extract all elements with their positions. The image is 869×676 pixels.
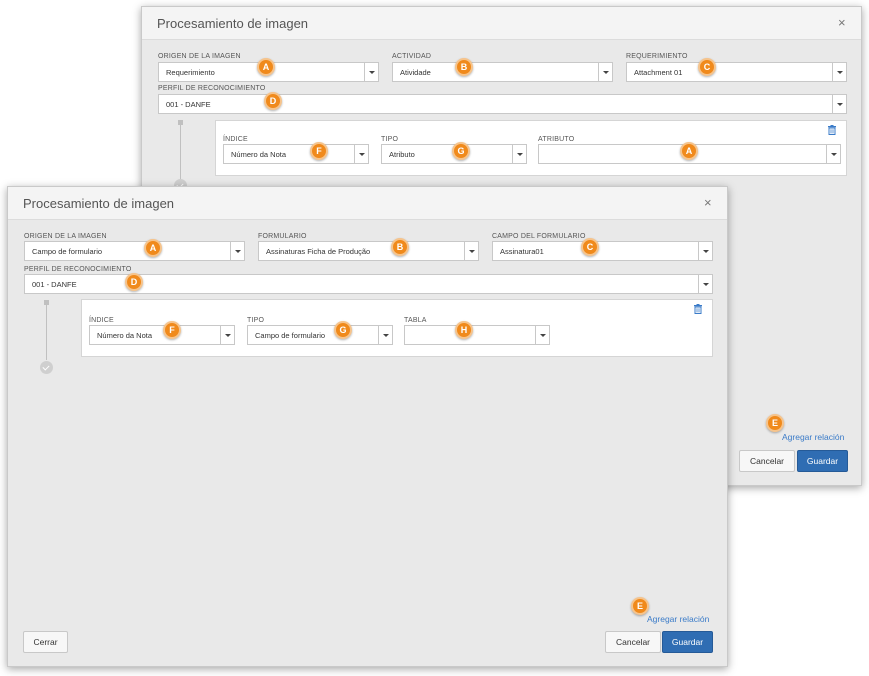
back-index-value: Número da Nota	[231, 150, 287, 159]
back-activity-value: Atividade	[400, 68, 431, 77]
chevron-down-icon	[230, 242, 244, 260]
front-index-value: Número da Nota	[97, 331, 153, 340]
back-type-label: TIPO	[381, 136, 399, 143]
chevron-down-icon	[220, 326, 234, 344]
back-badge-d: D	[264, 92, 282, 110]
back-profile-label: PERFIL DE RECONOCIMIENTO	[158, 85, 266, 92]
front-cancel-button[interactable]: Cancelar	[605, 631, 661, 653]
chevron-down-icon	[698, 242, 712, 260]
back-add-relation-link[interactable]: Agregar relación	[782, 432, 844, 442]
front-form-select[interactable]: Assinaturas Ficha de Produção	[258, 241, 479, 261]
front-mapping-card: ÍNDICE Número da Nota F TIPO Campo de fo…	[81, 299, 713, 357]
front-badge-h: H	[455, 321, 473, 339]
front-origin-label: ORIGEN DE LA IMAGEN	[24, 233, 107, 240]
back-dialog-title: Procesamiento de imagen	[157, 16, 309, 31]
back-timeline-line	[180, 125, 181, 180]
back-badge-g: G	[452, 142, 470, 160]
front-badge-f: F	[163, 321, 181, 339]
back-badge-c: C	[698, 58, 716, 76]
chevron-down-icon	[832, 95, 846, 113]
chevron-down-icon	[512, 145, 526, 163]
back-origin-label: ORIGEN DE LA IMAGEN	[158, 53, 241, 60]
back-index-select[interactable]: Número da Nota	[223, 144, 369, 164]
back-profile-value: 001 - DANFE	[166, 100, 211, 109]
front-origin-value: Campo de formulario	[32, 247, 103, 256]
front-form-value: Assinaturas Ficha de Produção	[266, 247, 371, 256]
front-timeline-check-icon	[40, 361, 53, 374]
chevron-down-icon	[354, 145, 368, 163]
front-index-label: ÍNDICE	[89, 317, 114, 324]
front-badge-a: A	[144, 239, 162, 257]
front-form-field-label: CAMPO DEL FORMULARIO	[492, 233, 586, 240]
front-add-relation-link[interactable]: Agregar relación	[647, 614, 709, 624]
back-badge-a2: A	[680, 142, 698, 160]
back-mapping-card: ÍNDICE Número da Nota F TIPO Atributo G …	[215, 120, 847, 176]
front-form-field-select[interactable]: Assinatura01	[492, 241, 713, 261]
front-close-button[interactable]: Cerrar	[23, 631, 68, 653]
front-type-value: Campo de formulario	[255, 331, 326, 340]
back-requirement-value: Attachment 01	[634, 68, 683, 77]
front-badge-e: E	[631, 597, 649, 615]
chevron-down-icon	[698, 275, 712, 293]
chevron-down-icon	[464, 242, 478, 260]
back-origin-value: Requerimiento	[166, 68, 215, 77]
front-save-button[interactable]: Guardar	[662, 631, 713, 653]
back-requirement-label: REQUERIMIENTO	[626, 53, 688, 60]
front-badge-c: C	[581, 238, 599, 256]
back-profile-select[interactable]: 001 - DANFE	[158, 94, 847, 114]
chevron-down-icon	[832, 63, 846, 81]
chevron-down-icon	[598, 63, 612, 81]
back-cancel-button[interactable]: Cancelar	[739, 450, 795, 472]
front-dialog-header: Procesamiento de imagen ×	[8, 187, 727, 220]
front-origin-select[interactable]: Campo de formulario	[24, 241, 245, 261]
front-dialog: Procesamiento de imagen × ORIGEN DE LA I…	[7, 186, 728, 667]
front-table-select[interactable]	[404, 325, 550, 345]
chevron-down-icon	[364, 63, 378, 81]
chevron-down-icon	[826, 145, 840, 163]
back-badge-f: F	[310, 142, 328, 160]
back-index-label: ÍNDICE	[223, 136, 248, 143]
back-close-icon[interactable]: ×	[838, 15, 846, 30]
back-badge-e: E	[766, 414, 784, 432]
front-badge-g: G	[334, 321, 352, 339]
back-activity-label: ACTIVIDAD	[392, 53, 432, 60]
front-dialog-title: Procesamiento de imagen	[23, 196, 175, 211]
back-badge-a: A	[257, 58, 275, 76]
back-activity-select[interactable]: Atividade	[392, 62, 613, 82]
front-table-label: TABLA	[404, 317, 427, 324]
back-type-value: Atributo	[389, 150, 415, 159]
trash-icon[interactable]	[827, 125, 837, 135]
front-form-field-value: Assinatura01	[500, 247, 544, 256]
front-form-label: FORMULARIO	[258, 233, 307, 240]
chevron-down-icon	[535, 326, 549, 344]
front-timeline-line	[46, 305, 47, 360]
back-badge-b: B	[455, 58, 473, 76]
front-profile-label: PERFIL DE RECONOCIMIENTO	[24, 266, 132, 273]
chevron-down-icon	[378, 326, 392, 344]
front-badge-b: B	[391, 238, 409, 256]
front-badge-d: D	[125, 273, 143, 291]
front-close-icon[interactable]: ×	[704, 195, 712, 210]
front-profile-value: 001 - DANFE	[32, 280, 77, 289]
front-type-label: TIPO	[247, 317, 265, 324]
front-index-select[interactable]: Número da Nota	[89, 325, 235, 345]
back-save-button[interactable]: Guardar	[797, 450, 848, 472]
trash-icon[interactable]	[693, 304, 703, 314]
back-requirement-select[interactable]: Attachment 01	[626, 62, 847, 82]
back-dialog-header: Procesamiento de imagen ×	[142, 7, 861, 40]
back-attribute-label: ATRIBUTO	[538, 136, 575, 143]
front-type-select[interactable]: Campo de formulario	[247, 325, 393, 345]
